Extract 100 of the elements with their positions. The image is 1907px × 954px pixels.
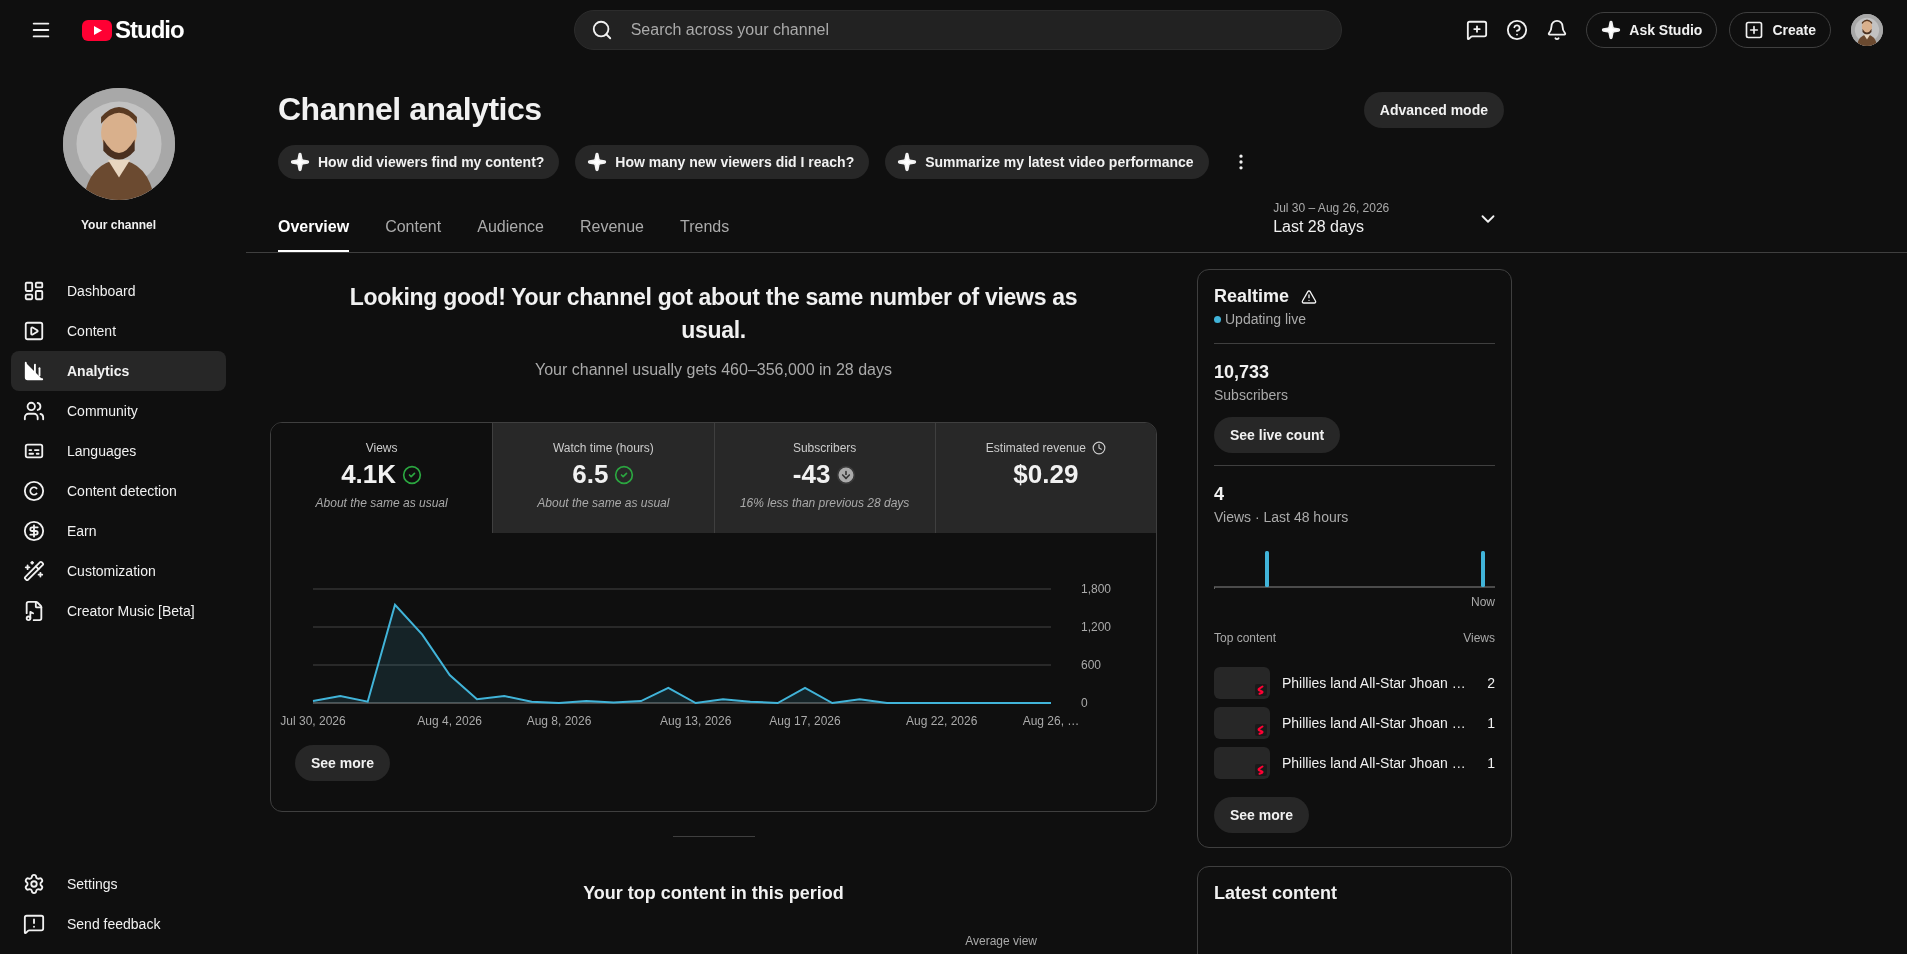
metric-value: 4.1K (341, 459, 397, 490)
search-bar[interactable]: Search across your channel (573, 10, 1342, 50)
axis-label: 600 (1081, 658, 1102, 672)
play-logo-icon (82, 19, 112, 41)
metric-value: 6.5 (572, 459, 609, 490)
metric-tile[interactable]: Watch time (hours) 6.5 About the same as usual (492, 423, 714, 533)
metric-label: Views (365, 441, 398, 455)
sidebar-item[interactable]: Content (11, 311, 226, 351)
axis-label: 1,800 (1081, 582, 1112, 596)
axis-label: Aug 4, 2026 (417, 714, 483, 728)
views-count: 4 (1214, 484, 1225, 505)
warning-icon (1301, 288, 1318, 305)
shorts-icon (1255, 724, 1267, 736)
axis-label: Aug 26, … (1022, 714, 1080, 728)
video-title[interactable]: Phillies land All-Star Jhoan … (1282, 755, 1476, 771)
sidebar-item[interactable]: Community (11, 391, 226, 431)
card-title: Latest content (1214, 883, 1337, 904)
sidebar-item[interactable]: Customization (11, 551, 226, 591)
video-icon (23, 320, 45, 342)
column-header: Views (1463, 631, 1495, 645)
axis-label: Aug 22, 2026 (905, 714, 978, 728)
suggestion-chip[interactable]: How did viewers find my content? (278, 145, 560, 179)
column-header: Average view (965, 934, 1037, 948)
suggestion-chip[interactable]: Summarize my latest video performance (885, 145, 1209, 179)
metric-label: Watch time (hours) (552, 441, 654, 455)
bell-icon[interactable] (1546, 19, 1569, 41)
metric-label: Estimated revenue (985, 441, 1086, 455)
tab[interactable]: Overview (278, 218, 350, 252)
axis-label: Aug 13, 2026 (659, 714, 732, 728)
video-thumbnail[interactable] (1214, 707, 1270, 739)
see-more-button[interactable]: See more (1214, 797, 1310, 833)
search-field[interactable]: Search across your channel (628, 20, 1325, 40)
video-title[interactable]: Phillies land All-Star Jhoan … (1282, 675, 1476, 691)
tab[interactable]: Audience (477, 218, 544, 252)
metric-note: About the same as usual (537, 496, 670, 510)
column-header: Top content (1214, 631, 1277, 645)
card-title: Realtime (1214, 286, 1290, 307)
live-dot (1214, 315, 1221, 323)
sidebar-item[interactable]: Content detection (11, 471, 226, 511)
axis-label: Now (1471, 595, 1495, 609)
dashboard-icon (23, 280, 45, 302)
metric-tile[interactable]: Estimated revenue $0.29 (934, 423, 1156, 533)
help-icon[interactable] (1506, 19, 1529, 41)
summary-headline: Looking good! Your channel got about the same number of views as usual. (348, 283, 1079, 345)
dollar-icon (23, 520, 45, 542)
see-live-count-button[interactable]: See live count (1214, 417, 1341, 453)
people-icon (23, 400, 45, 422)
sidebar-item[interactable]: Creator Music [Beta] (11, 591, 226, 631)
tab[interactable]: Trends (679, 218, 730, 252)
video-title[interactable]: Phillies land All-Star Jhoan … (1282, 715, 1476, 731)
shorts-icon (1255, 764, 1267, 776)
subscriber-count: 10,733 (1214, 362, 1271, 383)
sidebar-item[interactable]: Languages (11, 431, 226, 471)
axis-label: Aug 8, 2026 (526, 714, 592, 728)
live-status: Updating live (1225, 311, 1306, 327)
tab[interactable]: Revenue (579, 218, 644, 252)
tab[interactable]: Content (385, 218, 442, 252)
metric-note: About the same as usual (315, 496, 448, 510)
video-thumbnail[interactable] (1214, 747, 1270, 779)
channel-label: Your channel (80, 218, 157, 232)
section-title: Your top content in this period (583, 883, 844, 904)
feedback-icon (23, 913, 45, 935)
metric-value: -43 (792, 459, 831, 490)
page-title: Channel analytics (278, 91, 542, 128)
video-thumbnail[interactable] (1214, 667, 1270, 699)
view-count: 1 (1487, 715, 1495, 731)
stat-label: Views · Last 48 hours (1214, 509, 1350, 525)
sparkle-icon (897, 152, 918, 172)
sidebar-item[interactable]: Send feedback (11, 904, 226, 944)
summary-subtitle: Your channel usually gets 460–356,000 in 28 days (535, 361, 892, 379)
shorts-icon (1255, 684, 1267, 696)
copyright-icon (23, 480, 45, 502)
see-more-button[interactable]: See more (295, 745, 391, 781)
sidebar-item[interactable]: Dashboard (11, 271, 226, 311)
view-count: 2 (1487, 675, 1495, 691)
axis-label: Aug 17, 2026 (769, 714, 841, 728)
suggestion-chip[interactable]: How many new viewers did I reach? (575, 145, 870, 179)
sidebar-item[interactable]: Analytics (11, 351, 226, 391)
sidebar-item[interactable]: Settings (11, 864, 226, 904)
sparkle-icon (290, 152, 310, 172)
metric-value: $0.29 (1013, 459, 1079, 490)
axis-label: 0 (1081, 696, 1088, 710)
view-count: 1 (1487, 755, 1495, 771)
search-icon (590, 19, 613, 41)
date-range-picker[interactable]: Jul 30 – Aug 26, 2026 Last 28 days (1273, 201, 1500, 252)
music-icon (23, 600, 45, 622)
metric-tile[interactable]: Subscribers -43 16% less than previous 28 days (713, 423, 935, 533)
settings-icon (23, 873, 45, 895)
sidebar-item[interactable]: Earn (11, 511, 226, 551)
metric-note: 16% less than previous 28 days (739, 496, 910, 510)
sparkle-icon (1601, 20, 1622, 40)
logo-text: Studio (115, 16, 184, 44)
sparkle-icon (587, 152, 608, 172)
metric-label: Subscribers (792, 441, 857, 455)
video-plus-icon (1744, 20, 1765, 40)
stat-label: Subscribers (1214, 387, 1289, 403)
advanced-mode-button[interactable]: Advanced mode (1363, 91, 1504, 128)
magic-wand-icon (23, 560, 45, 582)
message-plus-icon[interactable] (1466, 19, 1489, 41)
axis-label: 1,200 (1081, 620, 1112, 634)
